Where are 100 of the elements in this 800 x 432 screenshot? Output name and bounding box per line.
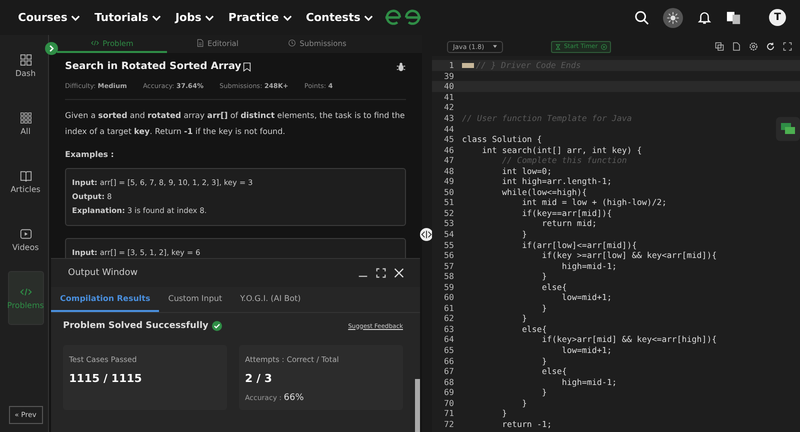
scrollbar[interactable] (415, 379, 420, 432)
code-line: return mid; (540, 218, 597, 228)
file-icon[interactable] (732, 42, 741, 51)
line-number: 69 (443, 387, 454, 398)
search-icon[interactable] (634, 10, 649, 25)
card-value: 2 / 3 (245, 372, 273, 385)
code-icon (90, 39, 99, 47)
book-icon (20, 170, 32, 182)
code-line: else{ (540, 282, 567, 292)
code-line: // User function Template for Java (462, 113, 632, 123)
line-number: 61 (443, 302, 454, 313)
line-number: 51 (443, 197, 454, 208)
code-line: } (540, 356, 547, 366)
code-line: else{ (540, 366, 567, 376)
bell-icon[interactable] (697, 10, 712, 25)
problem-statement: Given a sorted and rotated array arr[] of distinct elements, the task is to find the index of a target key. Return -1 if the key is not found. (65, 110, 406, 138)
code-line: int low=0; (500, 166, 552, 176)
output-tab[interactable]: Y.O.G.I. (AI Bot) (231, 287, 310, 312)
chevron-down-icon (364, 14, 374, 20)
copy-icon[interactable] (715, 42, 724, 51)
clock-icon (288, 39, 296, 47)
code-line: high=mid-1; (560, 260, 617, 271)
line-number: 39 (443, 70, 454, 81)
nav-menu[interactable]: Practice (228, 11, 292, 24)
line-number: 41 (443, 92, 454, 102)
translate-icon[interactable] (726, 10, 741, 25)
grid-icon (20, 112, 32, 124)
sidebar-item[interactable]: Articles (8, 155, 44, 209)
hourglass-icon (555, 44, 561, 50)
code-line: } (540, 387, 547, 398)
code-line: } (520, 398, 527, 408)
line-number: 70 (443, 398, 454, 408)
sidebar-item[interactable]: Videos (8, 213, 44, 267)
line-number: 60 (443, 292, 454, 302)
line-number: 55 (443, 240, 454, 250)
close-icon[interactable] (394, 268, 404, 278)
code-line: } (540, 271, 547, 282)
bookmark-icon[interactable] (243, 62, 252, 72)
code-line: class Solution { (462, 134, 542, 144)
code-line: } (540, 302, 547, 313)
chevron-down-icon (152, 14, 162, 20)
line-number: 57 (443, 260, 454, 271)
line-number: 63 (443, 324, 454, 334)
line-number: 53 (443, 218, 454, 228)
nav-menu[interactable]: Tutorials (94, 11, 162, 24)
code-line: } (520, 313, 527, 324)
nav-menu[interactable]: Courses (18, 11, 80, 24)
user-avatar[interactable]: T (769, 9, 786, 26)
line-number: 45 (443, 134, 454, 144)
output-tab[interactable]: Custom Input (159, 287, 232, 312)
line-number: 67 (443, 366, 454, 376)
document-icon (196, 39, 204, 47)
line-number: 71 (443, 408, 454, 418)
line-number: 47 (443, 155, 454, 166)
fullscreen-icon[interactable] (783, 42, 792, 51)
code-line: else{ (520, 324, 547, 334)
problem-title: Search in Rotated Sorted Array (65, 61, 242, 72)
line-number: 58 (443, 271, 454, 282)
sidebar-item[interactable]: All (8, 97, 44, 151)
code-line: } (520, 229, 527, 240)
line-number: 52 (443, 208, 454, 218)
check-circle-icon (212, 321, 222, 331)
reset-icon[interactable] (766, 42, 775, 51)
line-number: 72 (443, 418, 454, 429)
line-number: 1 (448, 60, 454, 70)
fullscreen-icon[interactable] (376, 268, 386, 278)
code-line: while(low<=high){ (500, 186, 587, 197)
line-number: 64 (443, 334, 454, 344)
code-line: int high=arr.length-1; (500, 176, 612, 186)
code-line: if(key>arr[mid] && key<=arr[high]){ (540, 334, 717, 344)
output-tab[interactable]: Compilation Results (51, 287, 160, 312)
video-icon (20, 228, 32, 240)
grid-icon (20, 54, 32, 66)
code-line: low=mid+1; (560, 292, 612, 302)
sun-icon[interactable] (663, 8, 683, 28)
line-number: 56 (443, 250, 454, 260)
code-line: low=mid+1; (560, 345, 612, 356)
line-number: 66 (443, 356, 454, 366)
chevron-down-icon (71, 14, 80, 20)
resize-handle-icon[interactable] (420, 228, 433, 241)
line-number: 49 (443, 176, 454, 186)
nav-menu[interactable]: Jobs (175, 11, 214, 24)
line-number: 46 (443, 144, 454, 155)
code-line: // Complete this function (500, 155, 627, 166)
sidebar-item[interactable]: Dash (8, 39, 44, 93)
line-number: 44 (443, 124, 454, 134)
chat-bubbles-icon[interactable] (776, 117, 800, 141)
caret-icon (493, 45, 497, 48)
settings-icon[interactable] (749, 42, 758, 51)
line-number: 40 (443, 81, 454, 92)
code-line: if(arr[low]<=arr[mid]){ (520, 240, 637, 250)
fold-marker[interactable] (462, 62, 474, 68)
line-number: 48 (443, 166, 454, 176)
bug-icon[interactable] (396, 62, 406, 72)
output-window-title: Output Window (68, 268, 138, 278)
nav-menu[interactable]: Contests (306, 11, 374, 24)
result-status: Problem Solved Successfully (63, 321, 208, 331)
logo-icon[interactable] (383, 9, 423, 26)
play-icon (600, 44, 607, 50)
code-line: int search(int[] arr, int key) { (480, 144, 642, 155)
